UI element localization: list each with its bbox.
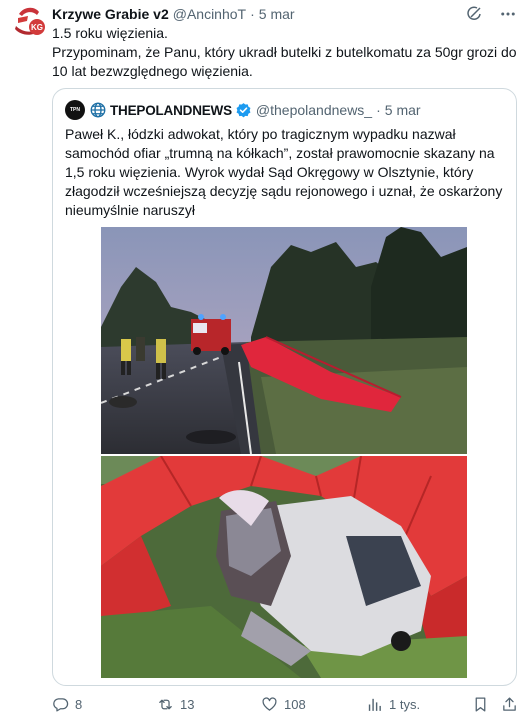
quoted-author-name[interactable]: THEPOLANDNEWS [110,103,232,118]
repost-count: 13 [180,696,195,712]
grok-icon[interactable] [464,4,484,24]
quoted-tweet-date[interactable]: 5 mar [385,102,421,118]
views-button[interactable]: 1 tys. [366,696,420,713]
author-handle[interactable]: @AncinhoT [173,6,246,22]
reply-button[interactable]: 8 [52,696,82,713]
quoted-tweet-header: TPN THEPOLANDNEWS @thepolandnews_ · 5 ma… [65,99,421,121]
share-icon [503,696,516,711]
author-display-name[interactable]: Krzywe Grabie v2 [52,6,169,22]
crashed-car-photo[interactable] [101,456,467,678]
reply-icon [53,697,69,712]
globe-icon [89,101,107,119]
quoted-author-handle[interactable]: @thepolandnews_ [256,102,372,118]
avatar-text: KG [31,23,43,32]
header-icons [464,4,518,24]
quoted-tweet-text: Paweł K., łódzki adwokat, który po tragi… [65,126,503,218]
like-button[interactable]: 108 [261,696,306,713]
tweet-header: Krzywe Grabie v2 @AncinhoT · 5 mar [52,4,520,24]
tweet-text-line: 1.5 roku więzienia. [52,25,168,41]
quoted-tweet-media[interactable] [101,227,467,678]
verified-badge-icon [236,102,251,117]
more-icon[interactable] [498,4,518,24]
views-count: 1 tys. [389,696,421,712]
tweet-date[interactable]: 5 mar [259,6,295,22]
bookmark-button[interactable] [472,696,489,713]
tweet[interactable]: KG Krzywe Grabie v2 @AncinhoT · 5 mar 1.… [0,0,530,720]
accident-scene-photo[interactable] [101,227,467,454]
views-chart-icon [368,698,381,711]
tweet-text: 1.5 roku więzienia. Przypominam, że Panu… [52,24,517,81]
tweet-actions: 8 13 108 1 tys. [52,694,518,714]
like-count: 108 [284,696,306,712]
repost-button[interactable]: 13 [157,696,194,713]
author-avatar[interactable]: KG [10,2,48,40]
tweet-text-line: Przypominam, że Panu, który ukradł butel… [52,44,517,79]
share-button[interactable] [501,696,518,713]
separator-dot: · [376,102,381,118]
reply-count: 8 [75,696,83,712]
separator-dot: · [250,6,255,22]
heart-icon [262,696,277,711]
quoted-tweet[interactable]: TPN THEPOLANDNEWS @thepolandnews_ · 5 ma… [52,88,517,686]
quoted-author-avatar[interactable]: TPN [65,100,85,120]
repost-icon [159,699,172,709]
bookmark-icon [475,696,486,712]
